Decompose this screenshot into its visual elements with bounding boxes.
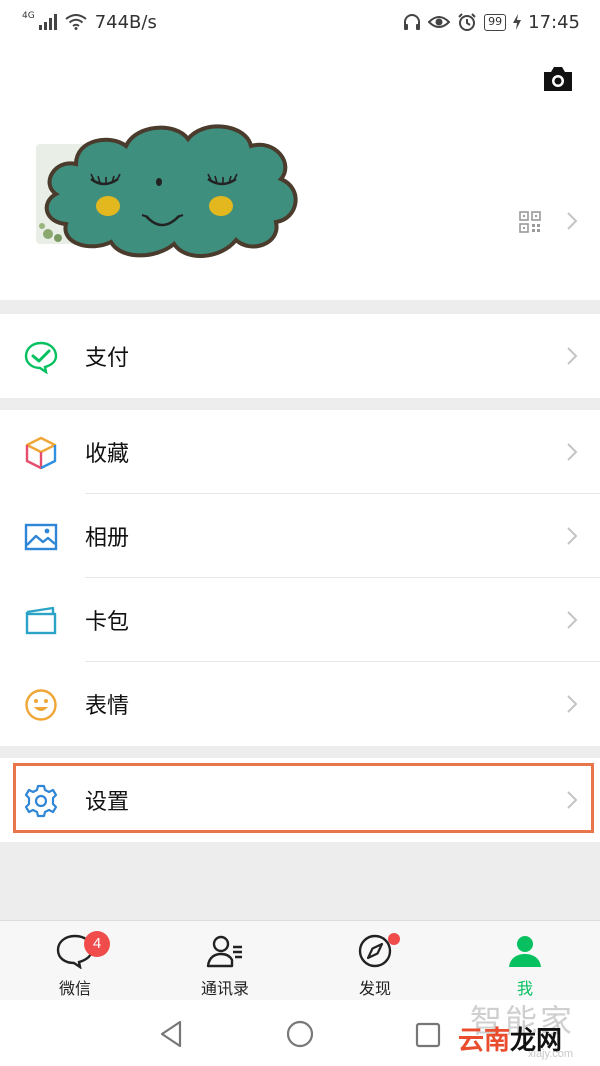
chevron-right-icon: [567, 791, 578, 809]
me-person-icon: [509, 936, 541, 967]
chevron-right-icon: [567, 443, 578, 461]
qr-code-icon[interactable]: [519, 211, 541, 233]
network-speed: 744B/s: [94, 11, 157, 33]
wechat-pay-icon: [24, 341, 58, 374]
tab-me[interactable]: 我: [450, 921, 600, 1000]
camera-icon[interactable]: [542, 66, 574, 92]
tab-label: 发现: [358, 979, 391, 998]
home-icon[interactable]: [286, 1020, 314, 1048]
tab-label: 通讯录: [200, 979, 249, 998]
profile-header[interactable]: [0, 44, 600, 300]
pay-group: 支付: [0, 314, 600, 398]
signal-icon: [38, 14, 57, 30]
battery-level: 99: [484, 13, 507, 31]
menu-item-label: 表情: [85, 694, 130, 719]
headphones-icon: [404, 14, 421, 30]
chevron-right-icon: [567, 347, 578, 365]
chevron-right-icon: [567, 611, 578, 629]
new-content-dot: [388, 933, 400, 945]
status-bar: 4G 744B/s 99 17:45: [0, 0, 600, 44]
alarm-icon: [458, 13, 476, 31]
network-type: 4G: [22, 11, 35, 21]
back-icon[interactable]: [158, 1020, 184, 1048]
menu-item-stickers[interactable]: 表情: [0, 662, 600, 746]
card-wallet-icon: [25, 606, 57, 635]
eye-icon: [428, 16, 451, 28]
settings-group: 设置: [0, 758, 600, 842]
watermark-url: xiajy.com: [528, 1048, 574, 1060]
menu-item-favorites[interactable]: 收藏: [0, 410, 600, 494]
chevron-right-icon: [567, 212, 578, 230]
chevron-right-icon: [567, 527, 578, 545]
menu-item-label: 相册: [85, 526, 130, 551]
menu-item-label: 卡包: [85, 610, 130, 635]
status-right: 99 17:45: [403, 12, 580, 33]
recents-icon[interactable]: [415, 1022, 441, 1048]
menu-item-album[interactable]: 相册: [0, 494, 600, 578]
menu-item-label: 支付: [85, 346, 130, 371]
main-menu-group: 收藏 相册 卡包 表情: [0, 410, 600, 746]
tab-chats[interactable]: 4 微信: [0, 921, 150, 1000]
tab-contacts[interactable]: 通讯录: [150, 921, 300, 1000]
album-picture-icon: [24, 523, 58, 551]
charging-icon: [513, 14, 522, 30]
bottom-tab-bar: 4 微信 通讯录 发现 我: [0, 920, 600, 1000]
menu-item-pay[interactable]: 支付: [0, 314, 600, 398]
chevron-right-icon: [567, 695, 578, 713]
smiley-face-icon: [25, 689, 57, 721]
favorites-cube-icon: [25, 436, 57, 470]
gear-icon: [24, 784, 58, 818]
menu-item-settings[interactable]: 设置: [0, 758, 600, 842]
menu-item-label: 设置: [85, 790, 130, 815]
status-left: 4G 744B/s: [22, 11, 157, 33]
contacts-person-icon: [206, 935, 242, 968]
clock-time: 17:45: [528, 11, 580, 33]
menu-item-label: 收藏: [85, 442, 130, 467]
watermark-red: 云南: [458, 1026, 511, 1056]
avatar[interactable]: [36, 114, 306, 264]
tab-label: 微信: [58, 979, 91, 998]
unread-badge: 4: [84, 931, 110, 957]
menu-item-cards[interactable]: 卡包: [0, 578, 600, 662]
wifi-icon: [65, 14, 87, 30]
tab-discover[interactable]: 发现: [300, 921, 450, 1000]
